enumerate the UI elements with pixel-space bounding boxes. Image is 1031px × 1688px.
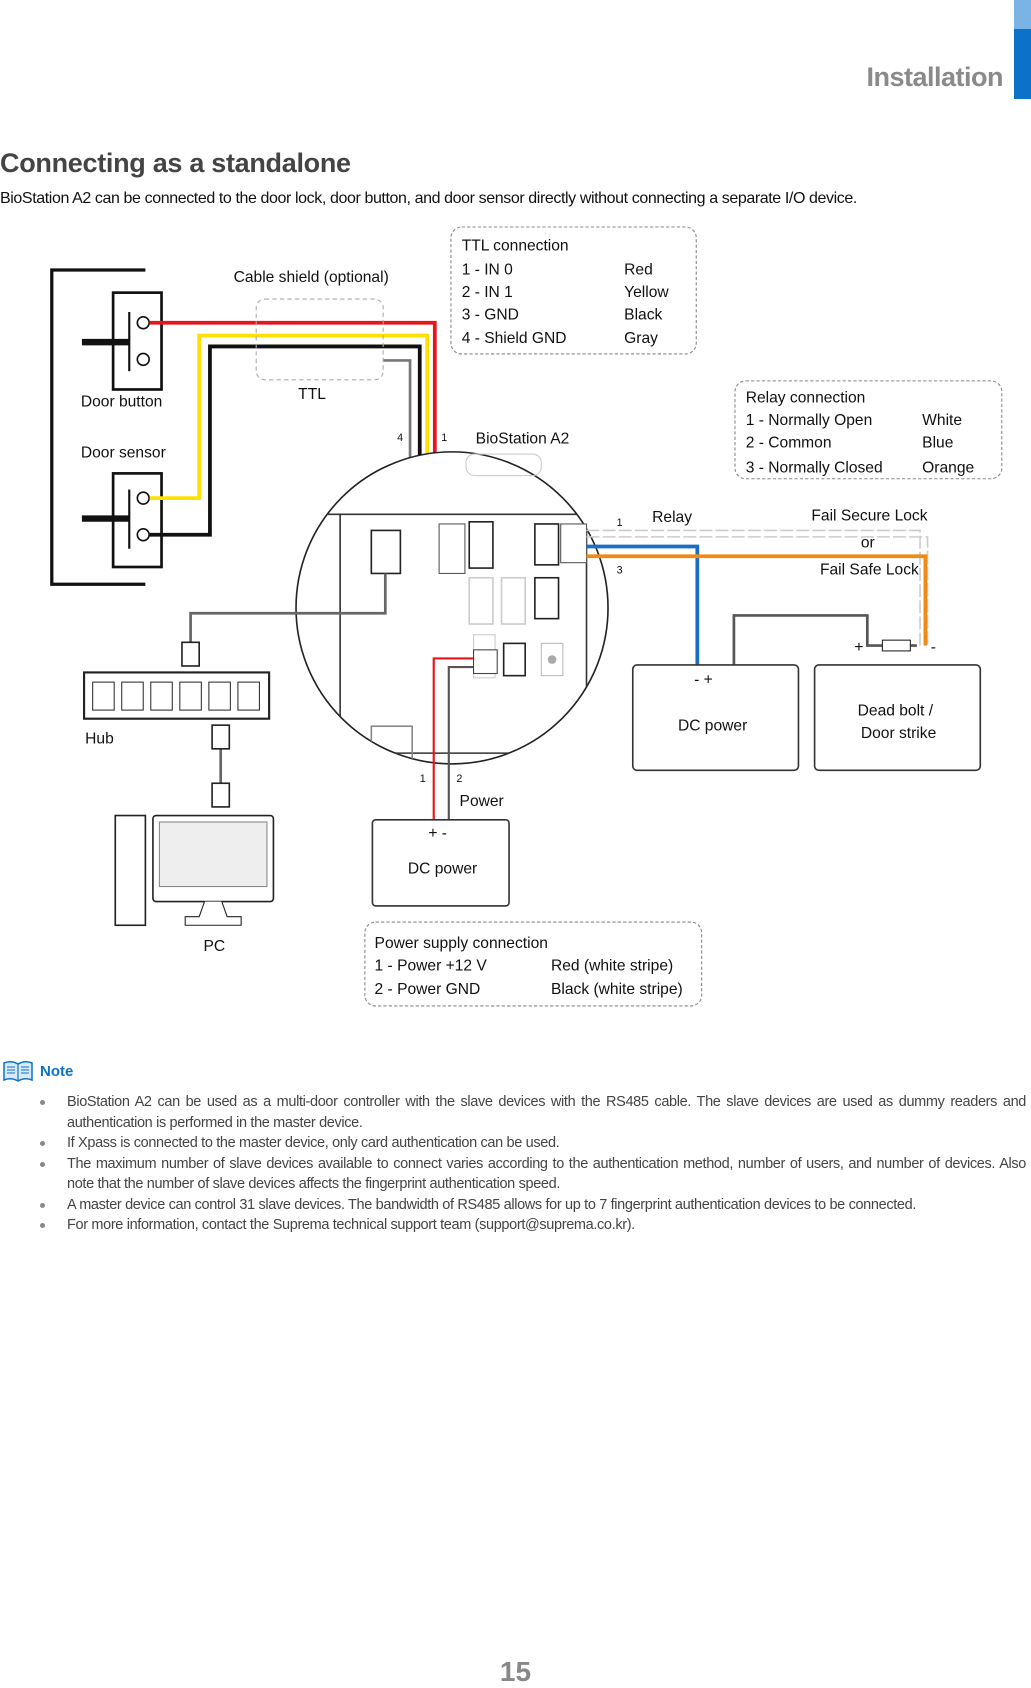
ttl-pin4-label: 4: [397, 432, 403, 444]
relay-row-pin: 3 - Normally Closed: [746, 459, 883, 476]
door-sensor: [81, 472, 163, 569]
relay-row-color: Orange: [922, 459, 974, 476]
relay-pin3-label: 3: [617, 564, 623, 576]
ttl-pin1-label: 1: [441, 432, 447, 444]
power-row-pin: 2 - Power GND: [375, 981, 481, 998]
power-row-color: Red (white stripe): [551, 957, 673, 974]
device-label: BioStation A2: [476, 430, 570, 447]
power-label: Power: [460, 793, 504, 810]
power-row-pin: 1 - Power +12 V: [375, 957, 488, 974]
note-header: Note: [2, 1060, 73, 1082]
relay-table-title: Relay connection: [746, 389, 866, 406]
dc-polarity-right: - +: [694, 671, 713, 688]
ttl-row-pin: 4 - Shield GND: [462, 330, 567, 347]
pc-icon: [114, 814, 275, 927]
note-item: For more information, contact the Suprem…: [36, 1215, 1026, 1236]
ttl-row-pin: 1 - IN 0: [462, 261, 513, 278]
door-button-label: Door button: [81, 394, 162, 411]
deadbolt-label: Dead bolt /: [858, 702, 934, 719]
note-item: A master device can control 31 slave dev…: [36, 1195, 1026, 1216]
rj45-jack: [370, 529, 402, 575]
door-sensor-label: Door sensor: [81, 444, 166, 461]
note-item: BioStation A2 can be used as a multi-doo…: [36, 1092, 1026, 1133]
hub-device: [82, 671, 271, 720]
fail-safe-label: Fail Safe Lock: [820, 562, 919, 579]
relay-label: Relay: [652, 509, 692, 526]
power-row-color: Black (white stripe): [551, 981, 683, 998]
pc-label: PC: [203, 938, 225, 955]
dc-power-right-label: DC power: [678, 718, 747, 735]
page-number: 15: [499, 1656, 532, 1687]
relay-row-pin: 1 - Normally Open: [746, 412, 873, 429]
hub-connector: [181, 641, 200, 667]
power-pin1-label: 1: [420, 773, 426, 785]
book-icon: [3, 1060, 33, 1082]
power-pin2-label: 2: [456, 773, 462, 785]
note-item: The maximum number of slave devices avai…: [36, 1154, 1026, 1195]
dc-polarity-bottom: + -: [428, 825, 447, 842]
relay-row-color: White: [922, 412, 962, 429]
power-table-title: Power supply connection: [375, 935, 548, 952]
note-label: Note: [40, 1062, 74, 1080]
fail-secure-label: Fail Secure Lock: [811, 508, 927, 525]
ttl-row-color: Yellow: [624, 284, 669, 301]
ttl-row-color: Red: [624, 261, 653, 278]
ttl-row-pin: 2 - IN 1: [462, 284, 513, 301]
lock-plus: +: [854, 639, 863, 656]
door-button: [81, 291, 163, 391]
relay-pin1-label: 1: [617, 517, 623, 529]
note-item: If Xpass is connected to the master devi…: [36, 1133, 1026, 1154]
diode: [881, 639, 911, 652]
note-list: BioStation A2 can be used as a multi-doo…: [36, 1092, 1026, 1236]
dc-power-bottom-label: DC power: [408, 861, 477, 878]
ttl-row-color: Black: [624, 307, 662, 324]
hub-label: Hub: [85, 730, 114, 747]
ttl-label: TTL: [298, 386, 326, 403]
lock-minus: -: [931, 639, 936, 656]
or-label: or: [861, 535, 875, 552]
cable-shield-label: Cable shield (optional): [234, 269, 389, 286]
ttl-table-title: TTL connection: [462, 238, 569, 255]
door-strike-label: Door strike: [861, 725, 936, 742]
ttl-row-pin: 3 - GND: [462, 307, 519, 324]
cable-shield: [255, 298, 384, 381]
wiring-diagram: TTL connection 1 - IN 0 Red 2 - IN 1 Yel…: [50, 226, 1003, 1007]
relay-row-color: Blue: [922, 435, 953, 452]
relay-row-pin: 2 - Common: [746, 435, 832, 452]
ttl-row-color: Gray: [624, 330, 658, 347]
